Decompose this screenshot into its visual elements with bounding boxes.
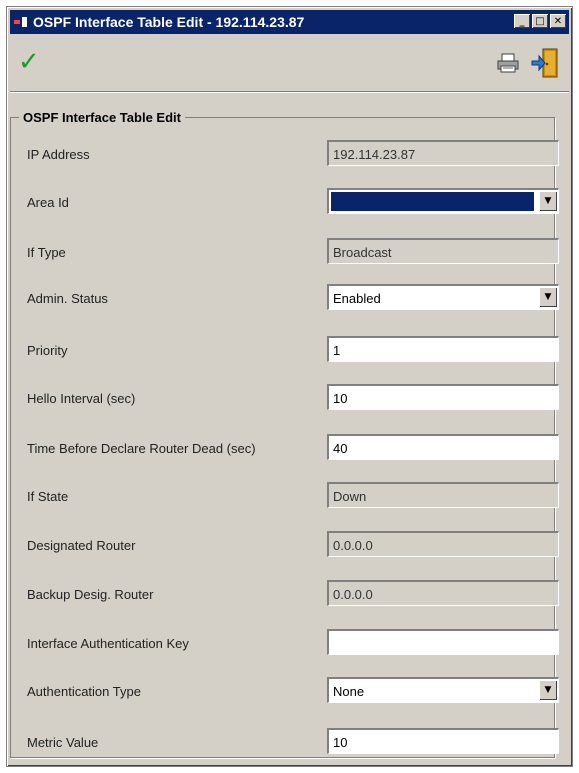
dropdown-arrow-icon[interactable]: ▼: [539, 287, 557, 307]
priority-input[interactable]: 1: [327, 336, 559, 362]
app-icon: [13, 14, 29, 30]
row-designated-router: Designated Router 0.0.0.0: [19, 531, 564, 559]
designated-router-label: Designated Router: [27, 538, 136, 553]
row-admin-status: Admin. Status Enabled ▼: [19, 284, 564, 312]
row-ip-address: IP Address 192.114.23.87: [19, 140, 564, 168]
row-auth-type: Authentication Type None ▼: [19, 677, 564, 705]
priority-label: Priority: [27, 343, 68, 358]
row-metric: Metric Value 10: [19, 728, 564, 756]
auth-type-label: Authentication Type: [27, 684, 141, 699]
maximize-button[interactable]: □: [532, 14, 548, 28]
auth-key-input[interactable]: [327, 629, 559, 655]
ip-address-label: IP Address: [27, 147, 90, 162]
exit-icon[interactable]: [531, 47, 559, 79]
metric-input[interactable]: 10: [327, 728, 559, 754]
row-backup-router: Backup Desig. Router 0.0.0.0: [19, 580, 564, 608]
area-id-selected-value: [331, 192, 534, 211]
router-dead-input[interactable]: 40: [327, 434, 559, 460]
window-controls: _ □ ✕: [514, 14, 566, 28]
check-icon[interactable]: ✓: [18, 47, 46, 77]
admin-status-value: Enabled: [333, 291, 381, 306]
backup-router-field: 0.0.0.0: [327, 580, 559, 606]
if-type-label: If Type: [27, 245, 66, 260]
admin-status-label: Admin. Status: [27, 291, 108, 306]
hello-interval-label: Hello Interval (sec): [27, 391, 136, 406]
auth-key-label: Interface Authentication Key: [27, 636, 189, 651]
row-router-dead: Time Before Declare Router Dead (sec) 40: [19, 434, 564, 462]
backup-router-label: Backup Desig. Router: [27, 587, 154, 602]
admin-status-select[interactable]: Enabled ▼: [327, 284, 559, 310]
row-priority: Priority 1: [19, 336, 564, 364]
close-button[interactable]: ✕: [550, 14, 566, 28]
if-type-field: Broadcast: [327, 238, 559, 264]
router-dead-label: Time Before Declare Router Dead (sec): [27, 441, 256, 456]
auth-type-select[interactable]: None ▼: [327, 677, 559, 703]
area-id-select[interactable]: ▼: [327, 188, 559, 214]
row-hello-interval: Hello Interval (sec) 10: [19, 384, 564, 412]
auth-type-value: None: [333, 684, 365, 699]
if-state-field: Down: [327, 482, 559, 508]
minimize-button[interactable]: _: [514, 14, 530, 28]
group-legend: OSPF Interface Table Edit: [23, 110, 181, 125]
print-icon[interactable]: [497, 53, 519, 73]
title-bar[interactable]: OSPF Interface Table Edit - 192.114.23.8…: [10, 10, 569, 34]
window-title: OSPF Interface Table Edit - 192.114.23.8…: [33, 14, 305, 30]
ip-address-field: 192.114.23.87: [327, 140, 559, 166]
if-state-label: If State: [27, 489, 69, 504]
row-auth-key: Interface Authentication Key: [19, 629, 564, 657]
row-if-state: If State Down: [19, 482, 564, 510]
dropdown-arrow-icon[interactable]: ▼: [539, 680, 557, 700]
row-if-type: If Type Broadcast: [19, 238, 564, 266]
toolbar: ✓: [10, 37, 569, 92]
dropdown-arrow-icon[interactable]: ▼: [539, 191, 557, 211]
hello-interval-input[interactable]: 10: [327, 384, 559, 410]
area-id-label: Area Id: [27, 195, 69, 210]
row-area-id: Area Id ▼: [19, 188, 564, 216]
metric-label: Metric Value: [27, 735, 99, 750]
designated-router-field: 0.0.0.0: [327, 531, 559, 557]
